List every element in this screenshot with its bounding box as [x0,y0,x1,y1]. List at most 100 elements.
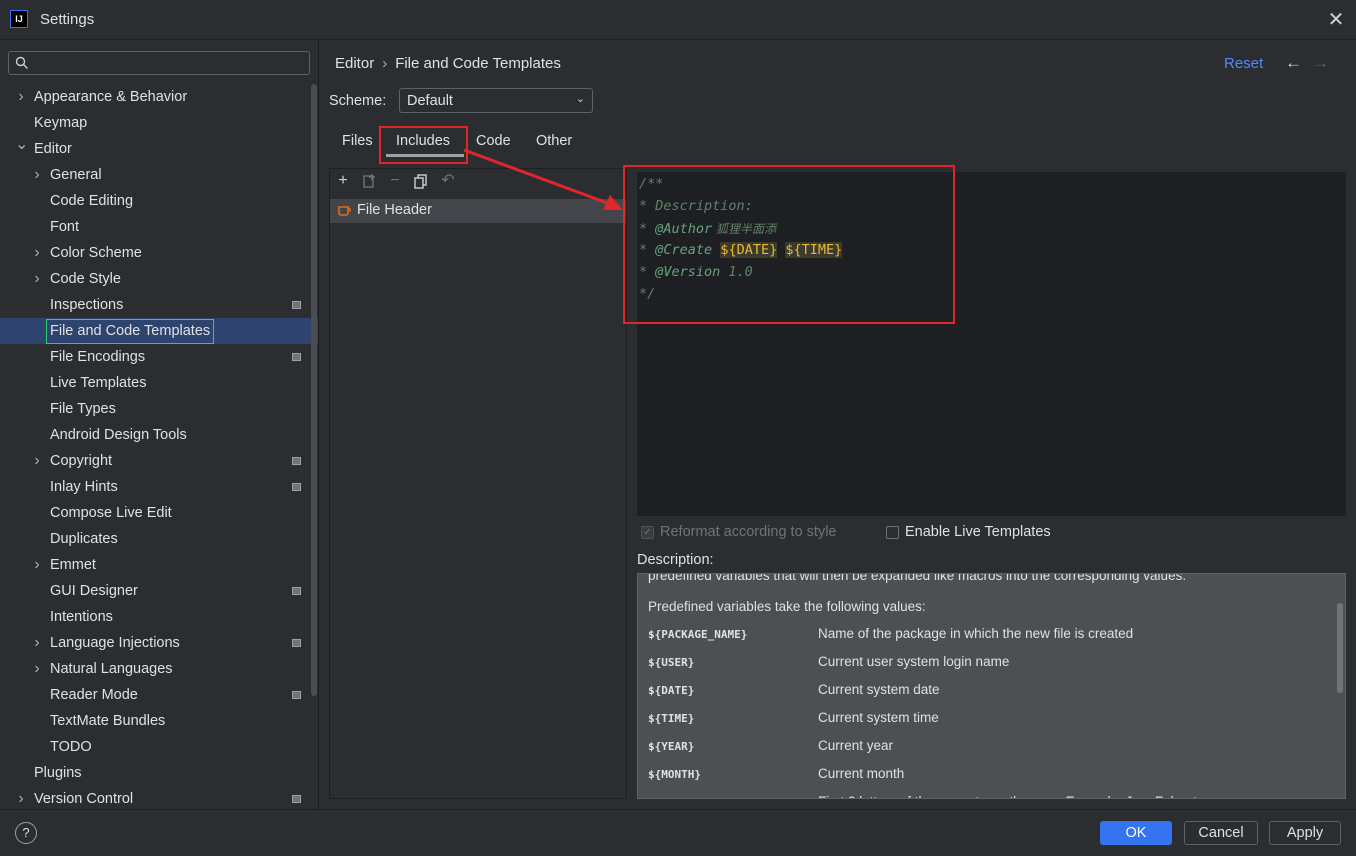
remove-icon[interactable]: − [386,172,404,190]
tree-scrollbar[interactable] [311,84,317,696]
variable-name: ${DATE} [648,684,695,697]
settings-search-input[interactable] [8,51,310,75]
revert-icon[interactable]: ↶ [439,172,457,190]
project-level-icon [292,691,301,699]
description-scrollbar[interactable] [1337,603,1343,693]
tree-item-label: Compose Live Edit [50,505,172,521]
tree-item-keymap[interactable]: Keymap [0,110,318,136]
description-label: Description: [637,552,714,568]
tree-item-emmet[interactable]: › Emmet [0,552,318,578]
tree-item-label: TODO [50,739,92,755]
tree-item-label: Version Control [34,791,134,807]
tree-item-inspections[interactable]: Inspections [0,292,318,318]
template-name: File Header [357,202,432,218]
chevron-right-icon[interactable]: › [15,84,27,110]
add-icon[interactable]: + [334,172,352,190]
project-level-icon [292,301,301,309]
tree-item-todo[interactable]: TODO [0,734,318,760]
chevron-right-icon[interactable]: › [31,162,43,188]
apply-button[interactable]: Apply [1269,821,1341,845]
annotation-box-code [623,165,955,324]
back-arrow-icon[interactable]: ← [1285,53,1302,73]
tree-item-android-design-tools[interactable]: Android Design Tools [0,422,318,448]
chevron-right-icon[interactable]: › [31,656,43,682]
tree-item-editor[interactable]: ⌄ Editor [0,136,318,162]
tab-files[interactable]: Files [342,133,373,149]
live-templates-checkbox[interactable] [886,526,899,539]
tree-item-intentions[interactable]: Intentions [0,604,318,630]
chevron-right-icon[interactable]: › [31,552,43,578]
tree-item-label: Duplicates [50,531,118,547]
help-icon[interactable]: ? [15,822,37,844]
tree-item-file-encodings[interactable]: File Encodings [0,344,318,370]
live-templates-label: Enable Live Templates [905,524,1051,540]
cancel-button[interactable]: Cancel [1184,821,1258,845]
tree-item-gui-designer[interactable]: GUI Designer [0,578,318,604]
tree-item-reader-mode[interactable]: Reader Mode [0,682,318,708]
tree-item-version-control[interactable]: › Version Control [0,786,318,808]
variable-description: Current year [818,738,894,753]
ok-button[interactable]: OK [1100,821,1172,845]
project-level-icon [292,587,301,595]
reformat-checkbox[interactable]: ✓ [641,526,654,539]
variable-description: Current user system login name [818,654,1010,669]
tree-item-color-scheme[interactable]: › Color Scheme [0,240,318,266]
tree-item-duplicates[interactable]: Duplicates [0,526,318,552]
tree-item-appearance-behavior[interactable]: › Appearance & Behavior [0,84,318,110]
variable-row: ${PACKAGE_NAME} Name of the package in wh… [648,626,1338,656]
chevron-down-icon[interactable]: ⌄ [15,136,28,162]
project-level-icon [292,457,301,465]
tree-item-label: Font [50,219,80,235]
panel-divider[interactable] [318,40,319,810]
chevron-right-icon[interactable]: › [31,630,43,656]
project-level-icon [292,795,301,803]
tree-item-label: Language Injections [50,635,180,651]
reset-link[interactable]: Reset [1224,55,1263,72]
chevron-right-icon[interactable]: › [31,448,43,474]
tree-item-code-editing[interactable]: Code Editing [0,188,318,214]
tree-item-label: Color Scheme [50,245,142,261]
annotation-box-tab [379,126,468,164]
chevron-right-icon[interactable]: › [31,240,43,266]
tree-item-label: Editor [34,141,72,157]
close-button[interactable]: ✕ [1324,8,1348,32]
tree-item-plugins[interactable]: Plugins [0,760,318,786]
tree-item-label: Intentions [50,609,113,625]
variable-name: ${YEAR} [648,740,695,753]
scheme-dropdown[interactable]: Default ⌄ [399,88,593,113]
tree-item-label: Live Templates [50,375,147,391]
tree-item-live-templates[interactable]: Live Templates [0,370,318,396]
tree-item-natural-languages[interactable]: › Natural Languages [0,656,318,682]
breadcrumb-current: File and Code Templates [395,55,561,72]
tree-item-textmate-bundles[interactable]: TextMate Bundles [0,708,318,734]
copy-icon[interactable] [412,172,430,190]
tree-item-code-style[interactable]: › Code Style [0,266,318,292]
variable-name: ${MONTH} [648,768,701,781]
tree-item-label: General [50,167,102,183]
tree-item-compose-live-edit[interactable]: Compose Live Edit [0,500,318,526]
tree-item-language-injections[interactable]: › Language Injections [0,630,318,656]
chevron-right-icon[interactable]: › [31,266,43,292]
variable-description: Current system date [818,682,940,697]
settings-tree: › Appearance & Behavior Keymap ⌄ Editor › Gene… [0,84,318,808]
variable-name: ${PACKAGE_NAME} [648,628,748,641]
tree-item-file-and-code-templates[interactable]: File and Code Templates [0,318,318,344]
description-panel[interactable]: predefined variables that will then be e… [637,573,1346,799]
variable-row: ${DATE} Current system date [648,682,1338,712]
tree-item-general[interactable]: › General [0,162,318,188]
tree-item-copyright[interactable]: › Copyright [0,448,318,474]
coffee-cup-icon [338,206,351,216]
description-intro: Predefined variables take the following … [648,599,926,614]
variable-row: ${YEAR} Current year [648,738,1338,768]
tree-item-label: Natural Languages [50,661,173,677]
tree-item-font[interactable]: Font [0,214,318,240]
add-child-icon[interactable] [361,172,379,190]
tree-item-label: Plugins [34,765,82,781]
variable-row: ${TIME} Current system time [648,710,1338,740]
annotation-arrow [463,148,623,210]
forward-arrow-icon[interactable]: → [1312,53,1329,73]
tree-item-file-types[interactable]: File Types [0,396,318,422]
variable-row: ${MONTH} Current month [648,766,1338,796]
chevron-right-icon[interactable]: › [15,786,27,808]
tree-item-inlay-hints[interactable]: Inlay Hints [0,474,318,500]
